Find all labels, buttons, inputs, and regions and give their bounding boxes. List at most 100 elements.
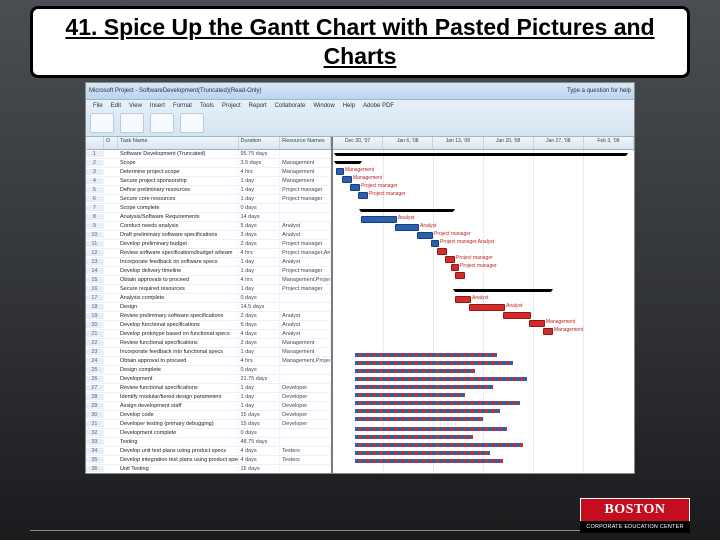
menu-help[interactable]: Help [340,103,358,109]
gantt-label: Project manager,Analyst [440,239,494,245]
gantt-label: Analyst [398,215,414,221]
pasted-chart-bar [355,401,520,405]
task-table: O Task Name Duration Resource Names 1Sof… [86,137,333,473]
menu-bar: File Edit View Insert Format Tools Proje… [86,100,634,111]
task-row[interactable]: 32 Development complete0 days [86,429,331,438]
col-duration: Duration [239,137,281,149]
task-row[interactable]: 27 Review functional specifications1 day… [86,384,331,393]
column-headers: O Task Name Duration Resource Names [86,137,331,150]
toolbar-button[interactable] [120,113,144,133]
menu-view[interactable]: View [126,103,145,109]
task-row[interactable]: 1Software Development (Truncated)95.75 d… [86,150,331,159]
task-row[interactable]: 16 Secure required resources1 dayProject… [86,285,331,294]
gantt-label: Analyst [472,295,488,301]
task-row[interactable]: 26 Development21.75 days [86,375,331,384]
task-row[interactable]: 24 Obtain approval to proceed4 hrsManage… [86,357,331,366]
gantt-bar [336,168,344,175]
gantt-label: Project manager [361,183,398,189]
menu-edit[interactable]: Edit [108,103,124,109]
menu-collaborate[interactable]: Collaborate [272,103,309,109]
gantt-label: Project manager [456,255,493,261]
menu-tools[interactable]: Tools [197,103,217,109]
app-titlebar: Microsoft Project - SoftwareDevelopment(… [86,83,634,100]
task-row[interactable]: 3 Determine project scope4 hrsManagement [86,168,331,177]
col-resource: Resource Names [280,137,331,149]
gantt-label: Project manager [434,231,471,237]
toolbar-button[interactable] [90,113,114,133]
task-row[interactable]: 14 Develop delivery timeline1 dayProject… [86,267,331,276]
task-rows: 1Software Development (Truncated)95.75 d… [86,150,331,473]
pasted-chart-bar [355,427,507,431]
toolbar-button[interactable] [180,113,204,133]
toolbar-button[interactable] [150,113,174,133]
task-row[interactable]: 33 Testing48.75 days [86,438,331,447]
gantt-body: Management Management Project manager Pr… [333,150,634,473]
task-row[interactable]: 21 Develop prototype based on functional… [86,330,331,339]
task-row[interactable]: 13 Incorporate feedback on software spec… [86,258,331,267]
gantt-summary-bar [361,209,453,212]
task-row[interactable]: 12 Review software specifications/budget… [86,249,331,258]
task-row[interactable]: 20 Develop functional specifications5 da… [86,321,331,330]
task-row[interactable]: 25 Design complete0 days [86,366,331,375]
task-row[interactable]: 22 Review functional specifications2 day… [86,339,331,348]
gantt-bar [451,264,459,271]
menu-report[interactable]: Report [246,103,270,109]
menu-project[interactable]: Project [219,103,244,109]
pasted-chart-bar [355,443,523,447]
logo-top: BOSTON [580,498,690,521]
pasted-chart-bar [355,353,497,357]
menu-file[interactable]: File [90,103,106,109]
task-row[interactable]: 28 Identify modular/tiered design parame… [86,393,331,402]
menu-window[interactable]: Window [310,103,337,109]
task-row[interactable]: 29 Assign development staff1 dayDevelope… [86,402,331,411]
gantt-bar [455,296,471,303]
pasted-chart-bar [355,369,475,373]
task-row[interactable]: 23 Incorporate feedback into functional … [86,348,331,357]
pasted-chart-bar [355,393,465,397]
gantt-chart: Dec 30, '07 Jan 6, '08 Jan 13, '08 Jan 2… [333,137,634,473]
task-row[interactable]: 15 Obtain approvals to proceed4 hrsManag… [86,276,331,285]
gantt-bar [361,216,397,223]
gantt-bar [342,176,352,183]
boston-university-logo: BOSTON CORPORATE EDUCATION CENTER [580,498,690,534]
pasted-chart-bar [355,409,500,413]
app-title: Microsoft Project - SoftwareDevelopment(… [89,88,262,94]
pasted-chart-bar [355,417,483,421]
task-row[interactable]: 7 Scope complete0 days [86,204,331,213]
workspace: O Task Name Duration Resource Names 1Sof… [86,137,634,473]
pasted-chart-bar [355,361,513,365]
gantt-label: Management [353,175,382,181]
help-search: Type a question for help [567,88,631,94]
task-row[interactable]: 18 Design14.5 days [86,303,331,312]
task-row[interactable]: 9 Conduct needs analysis5 daysAnalyst [86,222,331,231]
gantt-bar [431,240,439,247]
task-row[interactable]: 31 Developer testing (primary debugging)… [86,420,331,429]
task-row[interactable]: 6 Secure core resources1 dayProject mana… [86,195,331,204]
task-row[interactable]: 8 Analysis/Software Requirements14 days [86,213,331,222]
menu-format[interactable]: Format [170,103,195,109]
gantt-bar [350,184,360,191]
gantt-bar [469,304,505,311]
task-row[interactable]: 19 Review preliminary software specifica… [86,312,331,321]
task-row[interactable]: 30 Develop code15 daysDeveloper [86,411,331,420]
task-row[interactable]: 36 Unit Testing15 days [86,465,331,473]
task-row[interactable]: 11 Develop preliminary budget2 daysProje… [86,240,331,249]
task-row[interactable]: 34 Develop unit test plans using product… [86,447,331,456]
col-rownum [86,137,104,149]
menu-adobe[interactable]: Adobe PDF [360,103,397,109]
gantt-bar [358,192,368,199]
pasted-chart-bar [355,385,493,389]
task-row[interactable]: 17 Analysis complete0 days [86,294,331,303]
col-indicator: O [104,137,118,149]
task-row[interactable]: 35 Develop integration test plans using … [86,456,331,465]
gantt-label: Analyst [506,303,522,309]
task-row[interactable]: 10 Draft preliminary software specificat… [86,231,331,240]
pasted-chart-bar [355,459,503,463]
gantt-bar [543,328,553,335]
task-row[interactable]: 4 Secure project sponsorship1 dayManagem… [86,177,331,186]
menu-insert[interactable]: Insert [147,103,168,109]
task-row[interactable]: 5 Define preliminary resources1 dayProje… [86,186,331,195]
gantt-label: Management [554,327,583,333]
task-row[interactable]: 2 Scope3.5 daysManagement [86,159,331,168]
timescale: Dec 30, '07 Jan 6, '08 Jan 13, '08 Jan 2… [333,137,634,150]
